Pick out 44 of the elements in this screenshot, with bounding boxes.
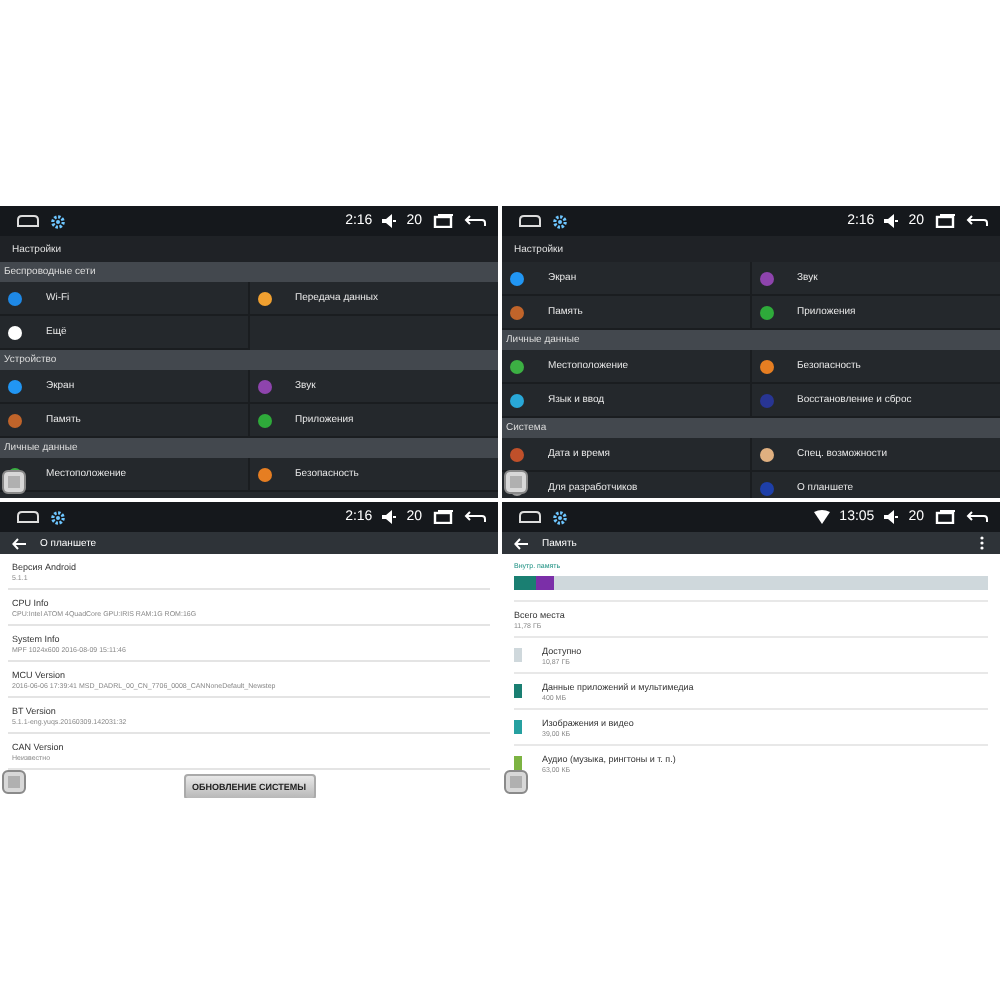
speaker-icon[interactable] xyxy=(382,510,397,524)
recent-apps-icon[interactable] xyxy=(432,510,454,524)
circle-icon xyxy=(759,271,773,285)
back-icon[interactable] xyxy=(966,510,988,524)
home-icon[interactable] xyxy=(518,214,542,228)
circle-icon xyxy=(759,447,773,461)
back-icon[interactable] xyxy=(464,510,486,524)
back-icon[interactable] xyxy=(464,214,486,228)
speaker-icon[interactable] xyxy=(884,510,899,524)
circle-icon xyxy=(510,305,524,319)
circle-icon xyxy=(510,447,524,461)
circle-icon xyxy=(257,379,271,393)
floating-button[interactable] xyxy=(2,470,26,494)
back-arrow-icon[interactable] xyxy=(514,537,528,549)
wifi-icon xyxy=(813,510,830,524)
circle-icon xyxy=(759,359,773,373)
circle-icon xyxy=(8,379,22,393)
circle-icon xyxy=(257,467,271,481)
speaker-icon[interactable] xyxy=(382,214,397,228)
back-arrow-icon[interactable] xyxy=(12,537,26,549)
circle-icon xyxy=(257,413,271,427)
circle-icon xyxy=(510,359,524,373)
recent-apps-icon[interactable] xyxy=(432,214,454,228)
circle-icon xyxy=(8,325,22,339)
gear-icon[interactable] xyxy=(50,509,66,525)
gear-icon[interactable] xyxy=(552,213,568,229)
home-icon[interactable] xyxy=(16,214,40,228)
circle-icon xyxy=(759,393,773,407)
back-icon[interactable] xyxy=(966,214,988,228)
circle-icon xyxy=(759,481,773,495)
circle-icon xyxy=(510,393,524,407)
circle-icon xyxy=(759,305,773,319)
speaker-icon[interactable] xyxy=(884,214,899,228)
circle-icon xyxy=(510,271,524,285)
recent-apps-icon[interactable] xyxy=(934,510,956,524)
circle-icon xyxy=(257,291,271,305)
gear-icon[interactable] xyxy=(50,213,66,229)
gear-icon[interactable] xyxy=(552,509,568,525)
home-icon[interactable] xyxy=(16,510,40,524)
circle-icon xyxy=(8,413,22,427)
home-icon[interactable] xyxy=(518,510,542,524)
recent-apps-icon[interactable] xyxy=(934,214,956,228)
circle-icon xyxy=(8,291,22,305)
floating-button[interactable] xyxy=(504,470,528,494)
